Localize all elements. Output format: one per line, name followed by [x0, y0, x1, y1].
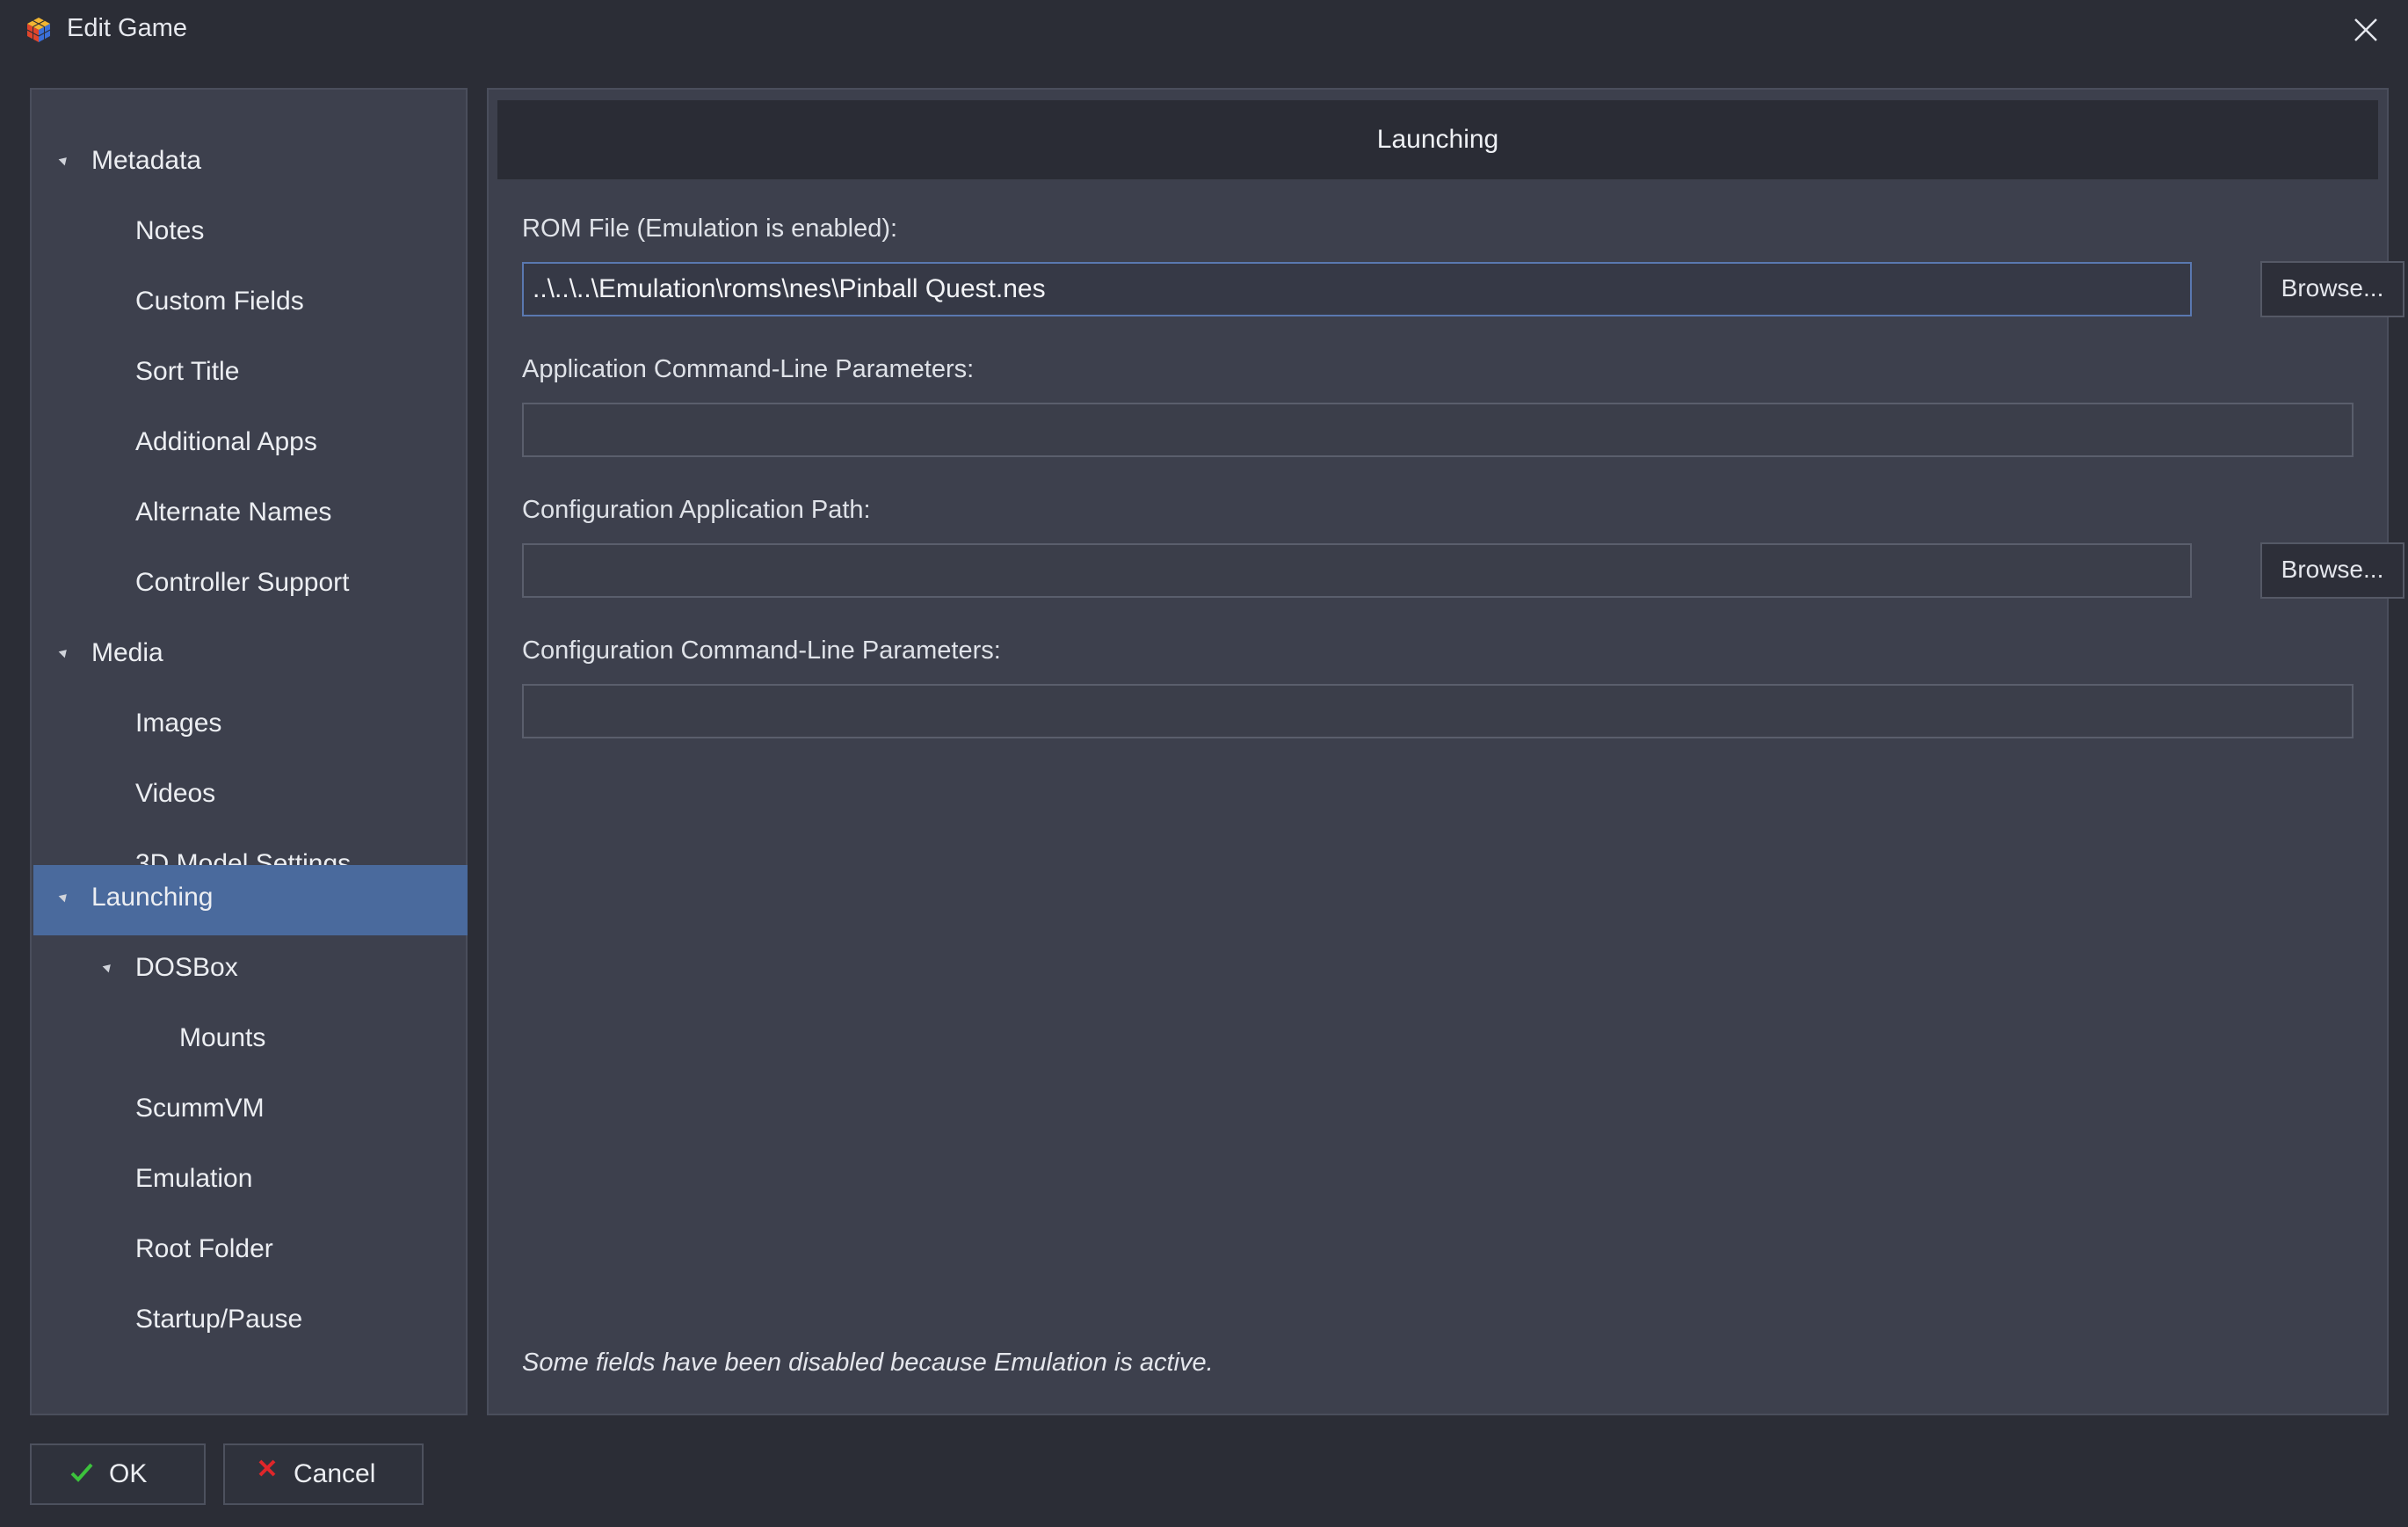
expand-arrow-icon[interactable]	[58, 646, 70, 658]
tree-item-scummvm[interactable]: ScummVM	[33, 1076, 468, 1146]
sidebar-tree: Metadata Notes Custom Fields Sort Title …	[30, 88, 468, 1415]
rom-browse-button[interactable]: Browse...	[2260, 261, 2404, 317]
tree-item-additional-apps[interactable]: Additional Apps	[33, 410, 468, 480]
config-params-input[interactable]	[522, 684, 2354, 738]
rubiks-cube-icon	[26, 18, 51, 42]
app-params-label: Application Command-Line Parameters:	[522, 355, 975, 383]
title-bar: Edit Game	[0, 0, 2408, 62]
app-params-input[interactable]	[522, 403, 2354, 457]
rom-file-input[interactable]	[522, 262, 2192, 316]
tree-item-media[interactable]: Media	[33, 621, 468, 691]
expand-arrow-icon[interactable]	[102, 961, 114, 973]
tree-item-controller-support[interactable]: Controller Support	[33, 550, 468, 621]
tree-item-emulation[interactable]: Emulation	[33, 1146, 468, 1217]
expand-arrow-icon[interactable]	[58, 154, 70, 166]
launching-panel: Launching ROM File (Emulation is enabled…	[487, 88, 2404, 1415]
cancel-x-icon	[258, 1459, 276, 1477]
config-path-input[interactable]	[522, 543, 2192, 598]
expand-arrow-icon[interactable]	[58, 891, 70, 903]
tree-item-alternate-names[interactable]: Alternate Names	[33, 480, 468, 550]
rom-file-label: ROM File (Emulation is enabled):	[522, 215, 898, 243]
tree-item-dosbox[interactable]: DOSBox	[33, 935, 468, 1006]
panel-header: Launching	[497, 100, 2378, 179]
tree-item-launching[interactable]: Launching	[33, 865, 468, 935]
close-icon[interactable]	[2348, 12, 2383, 47]
tree-item-startup-pause[interactable]: Startup/Pause	[33, 1287, 468, 1357]
tree-item-sort-title[interactable]: Sort Title	[33, 339, 468, 410]
tree-item-root-folder[interactable]: Root Folder	[33, 1217, 468, 1287]
tree-item-videos[interactable]: Videos	[33, 761, 468, 832]
tree-item-notes[interactable]: Notes	[33, 199, 468, 269]
cancel-button[interactable]: Cancel	[223, 1443, 424, 1505]
panel-title: Launching	[1376, 125, 1499, 154]
tree-item-metadata[interactable]: Metadata	[33, 128, 468, 199]
config-browse-button[interactable]: Browse...	[2260, 542, 2404, 599]
ok-button[interactable]: OK	[30, 1443, 206, 1505]
tree-item-images[interactable]: Images	[33, 691, 468, 761]
window-title: Edit Game	[67, 14, 187, 42]
checkmark-icon	[70, 1463, 93, 1482]
config-params-label: Configuration Command-Line Parameters:	[522, 636, 1001, 665]
tree-item-custom-fields[interactable]: Custom Fields	[33, 269, 468, 339]
disabled-fields-note: Some fields have been disabled because E…	[522, 1349, 1214, 1377]
config-path-label: Configuration Application Path:	[522, 496, 871, 524]
tree-item-mounts[interactable]: Mounts	[33, 1006, 468, 1076]
